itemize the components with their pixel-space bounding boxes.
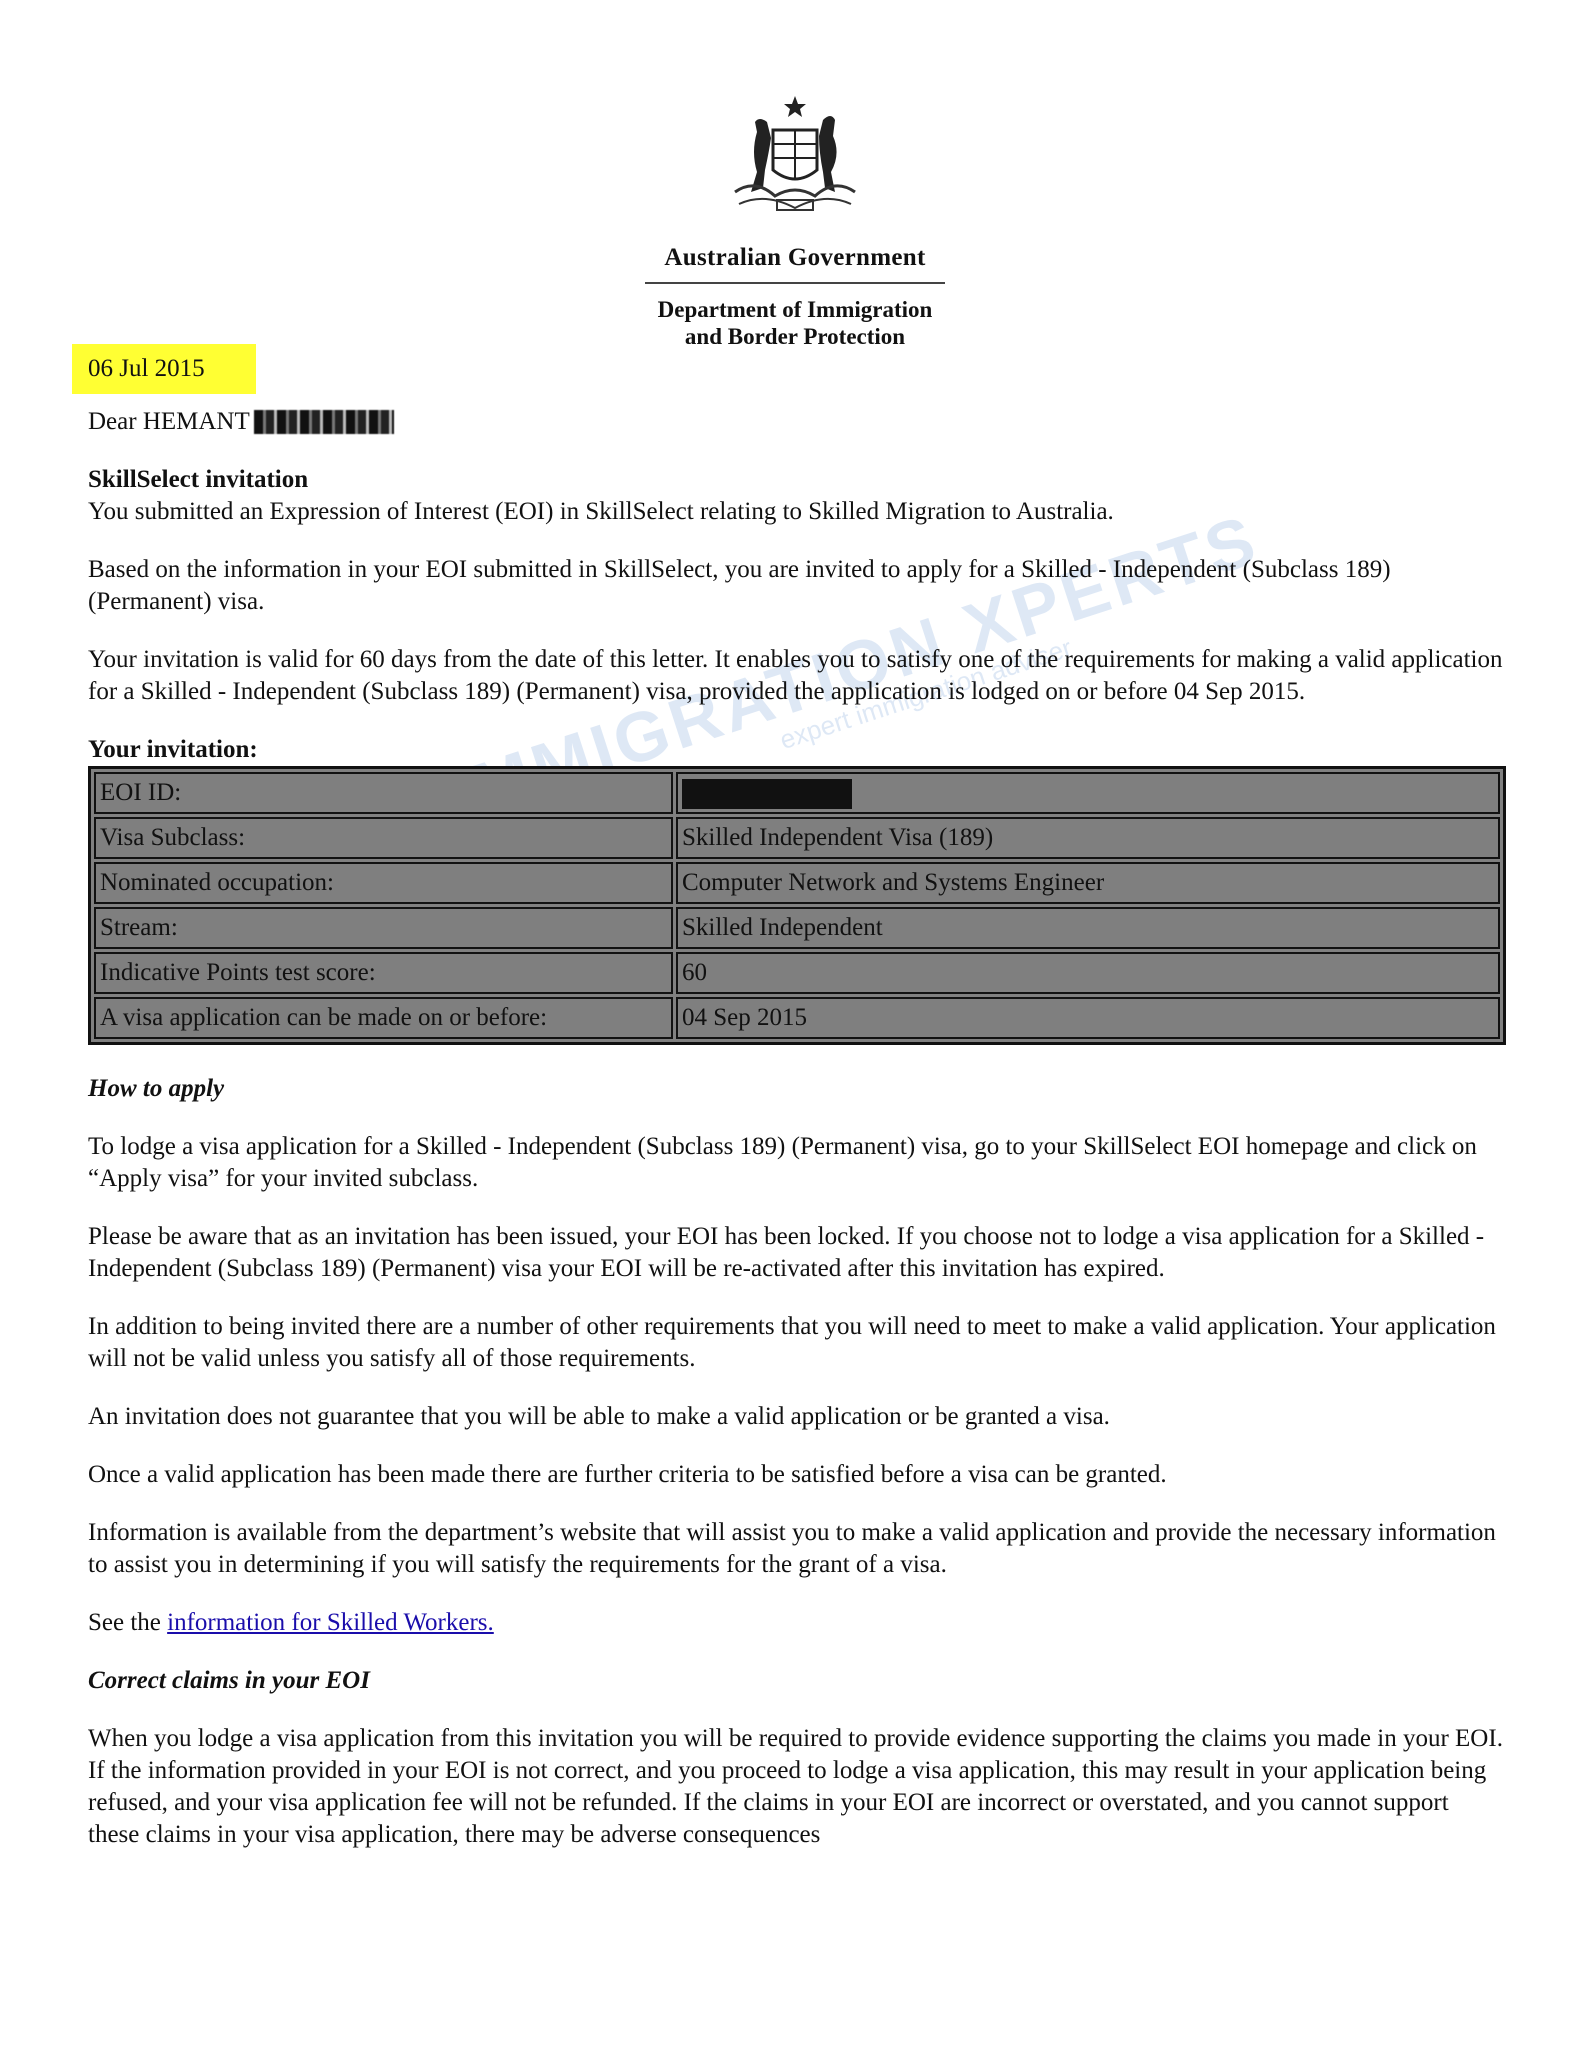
how-to-apply-heading: How to apply <box>88 1075 225 1102</box>
correct-claims-paragraph: When you lodge a visa application from t… <box>88 1725 1503 1848</box>
letter-date: 06 Jul 2015 <box>72 344 256 394</box>
salutation-text: Dear HEMANT <box>88 408 250 435</box>
table-row: Indicative Points test score: 60 <box>94 952 1500 994</box>
table-value: 60 <box>676 952 1500 994</box>
department-line-2: and Border Protection <box>684 324 906 349</box>
table-value: 04 Sep 2015 <box>676 997 1500 1039</box>
skilled-workers-link[interactable]: information for Skilled Workers. <box>167 1609 494 1636</box>
department-name: Department of Immigration and Border Pro… <box>600 296 990 350</box>
salutation: Dear HEMANT <box>88 406 1506 438</box>
invitation-table: EOI ID: Visa Subclass: Skilled Independe… <box>88 766 1506 1045</box>
government-title: Australian Government <box>664 244 926 271</box>
intro-paragraph: You submitted an Expression of Interest … <box>88 498 1114 525</box>
see-the-line: See the information for Skilled Workers. <box>88 1607 1506 1639</box>
letterhead: Australian Government Department of Immi… <box>600 92 990 350</box>
redacted-eoi-id <box>682 778 852 809</box>
locked-paragraph: Please be aware that as an invitation ha… <box>88 1223 1485 1282</box>
no-guarantee-paragraph: An invitation does not guarantee that yo… <box>88 1403 1110 1430</box>
table-label: Visa Subclass: <box>94 817 673 859</box>
requirements-paragraph: In addition to being invited there are a… <box>88 1313 1496 1372</box>
see-the-text: See the <box>88 1609 168 1636</box>
table-row: A visa application can be made on or bef… <box>94 997 1500 1039</box>
how-to-apply-paragraph: To lodge a visa application for a Skille… <box>88 1133 1477 1192</box>
information-paragraph: Information is available from the depart… <box>88 1519 1496 1578</box>
subject-heading: SkillSelect invitation <box>88 466 309 493</box>
validity-paragraph: Your invitation is valid for 60 days fro… <box>88 646 1503 705</box>
table-row: Nominated occupation: Computer Network a… <box>94 862 1500 904</box>
table-label: EOI ID: <box>94 772 673 814</box>
redacted-surname <box>253 410 394 434</box>
table-label: A visa application can be made on or bef… <box>94 997 673 1039</box>
table-row: Stream: Skilled Independent <box>94 907 1500 949</box>
department-line-1: Department of Immigration <box>657 297 933 322</box>
letter-body: Dear HEMANT SkillSelect invitation You s… <box>88 406 1506 1877</box>
invited-paragraph: Based on the information in your EOI sub… <box>88 556 1391 615</box>
table-value <box>676 772 1500 814</box>
australian-coat-of-arms-icon <box>734 96 856 211</box>
table-label: Nominated occupation: <box>94 862 673 904</box>
divider <box>645 282 945 284</box>
table-value: Skilled Independent Visa (189) <box>676 817 1500 859</box>
correct-claims-heading: Correct claims in your EOI <box>88 1667 370 1694</box>
table-label: Indicative Points test score: <box>94 952 673 994</box>
table-value: Skilled Independent <box>676 907 1500 949</box>
table-value: Computer Network and Systems Engineer <box>676 862 1500 904</box>
table-row: EOI ID: <box>94 772 1500 814</box>
letter-page: Australian Government Department of Immi… <box>0 0 1582 2048</box>
table-row: Visa Subclass: Skilled Independent Visa … <box>94 817 1500 859</box>
invitation-heading: Your invitation: <box>88 736 258 763</box>
further-criteria-paragraph: Once a valid application has been made t… <box>88 1461 1167 1488</box>
table-label: Stream: <box>94 907 673 949</box>
